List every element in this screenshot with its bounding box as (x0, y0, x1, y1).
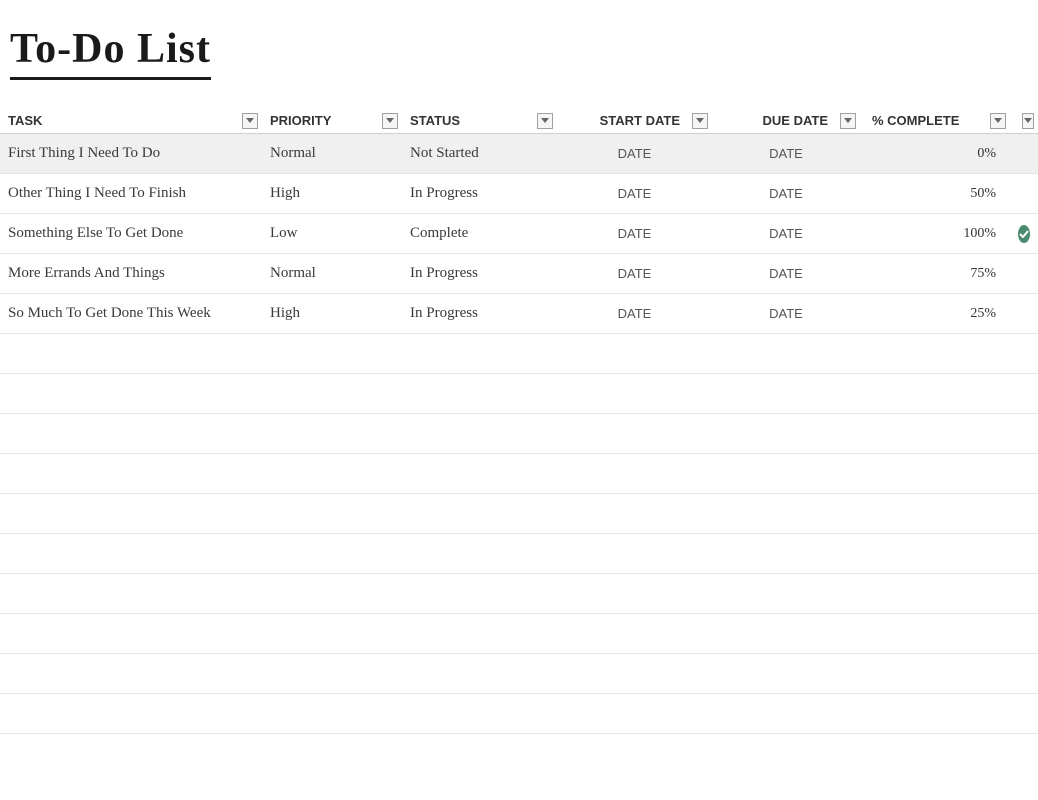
header-due-date: DUE DATE (712, 113, 860, 129)
header-due-date-label: DUE DATE (720, 113, 836, 128)
status-cell[interactable]: In Progress (402, 265, 557, 282)
header-start-date-label: START DATE (565, 113, 688, 128)
chevron-down-icon (386, 118, 394, 123)
todo-table: TASK PRIORITY STATUS START DATE DUE DATE (0, 108, 1038, 734)
empty-row[interactable] (0, 654, 1038, 694)
percent-label: 0% (977, 146, 996, 162)
table-row[interactable]: So Much To Get Done This WeekHighIn Prog… (0, 294, 1038, 334)
empty-row[interactable] (0, 534, 1038, 574)
done-cell[interactable] (1010, 225, 1038, 243)
filter-percent-button[interactable] (990, 113, 1006, 129)
header-done (1010, 113, 1038, 129)
start-date-cell[interactable]: DATE (557, 146, 712, 161)
table-row[interactable]: Other Thing I Need To FinishHighIn Progr… (0, 174, 1038, 214)
status-cell[interactable]: In Progress (402, 305, 557, 322)
header-start-date: START DATE (557, 113, 712, 129)
task-cell[interactable]: So Much To Get Done This Week (0, 305, 262, 322)
chevron-down-icon (844, 118, 852, 123)
empty-row[interactable] (0, 494, 1038, 534)
chevron-down-icon (1024, 118, 1032, 123)
start-date-cell[interactable]: DATE (557, 266, 712, 281)
chevron-down-icon (994, 118, 1002, 123)
empty-row[interactable] (0, 614, 1038, 654)
table-row[interactable]: First Thing I Need To DoNormalNot Starte… (0, 134, 1038, 174)
task-cell[interactable]: Other Thing I Need To Finish (0, 185, 262, 202)
due-date-cell[interactable]: DATE (712, 306, 860, 321)
percent-label: 25% (970, 306, 996, 322)
filter-due-date-button[interactable] (840, 113, 856, 129)
header-priority-label: PRIORITY (270, 113, 331, 128)
check-icon (1018, 225, 1030, 243)
filter-start-date-button[interactable] (692, 113, 708, 129)
due-date-cell[interactable]: DATE (712, 226, 860, 241)
header-priority: PRIORITY (262, 113, 402, 129)
priority-cell[interactable]: Normal (262, 265, 402, 282)
header-task: TASK (0, 113, 262, 129)
status-cell[interactable]: Complete (402, 225, 557, 242)
chevron-down-icon (541, 118, 549, 123)
empty-row[interactable] (0, 694, 1038, 734)
empty-row[interactable] (0, 414, 1038, 454)
due-date-cell[interactable]: DATE (712, 266, 860, 281)
status-cell[interactable]: Not Started (402, 145, 557, 162)
chevron-down-icon (696, 118, 704, 123)
due-date-cell[interactable]: DATE (712, 146, 860, 161)
task-cell[interactable]: More Errands And Things (0, 265, 262, 282)
empty-row[interactable] (0, 454, 1038, 494)
start-date-cell[interactable]: DATE (557, 186, 712, 201)
chevron-down-icon (246, 118, 254, 123)
filter-done-button[interactable] (1022, 113, 1034, 129)
due-date-cell[interactable]: DATE (712, 186, 860, 201)
header-status: STATUS (402, 113, 557, 129)
page-title: To-Do List (10, 25, 211, 80)
table-header-row: TASK PRIORITY STATUS START DATE DUE DATE (0, 108, 1038, 134)
task-cell[interactable]: Something Else To Get Done (0, 225, 262, 242)
filter-priority-button[interactable] (382, 113, 398, 129)
start-date-cell[interactable]: DATE (557, 226, 712, 241)
header-status-label: STATUS (410, 113, 460, 128)
priority-cell[interactable]: Low (262, 225, 402, 242)
task-cell[interactable]: First Thing I Need To Do (0, 145, 262, 162)
empty-row[interactable] (0, 374, 1038, 414)
header-task-label: TASK (8, 113, 42, 128)
percent-label: 75% (970, 266, 996, 282)
empty-row[interactable] (0, 574, 1038, 614)
priority-cell[interactable]: High (262, 185, 402, 202)
header-percent-complete: % COMPLETE (860, 113, 1010, 129)
start-date-cell[interactable]: DATE (557, 306, 712, 321)
percent-label: 50% (970, 186, 996, 202)
filter-status-button[interactable] (537, 113, 553, 129)
status-cell[interactable]: In Progress (402, 185, 557, 202)
priority-cell[interactable]: High (262, 305, 402, 322)
table-row[interactable]: Something Else To Get DoneLowCompleteDAT… (0, 214, 1038, 254)
filter-task-button[interactable] (242, 113, 258, 129)
percent-label: 100% (963, 226, 996, 242)
empty-row[interactable] (0, 334, 1038, 374)
header-percent-complete-label: % COMPLETE (868, 113, 986, 128)
table-row[interactable]: More Errands And ThingsNormalIn Progress… (0, 254, 1038, 294)
priority-cell[interactable]: Normal (262, 145, 402, 162)
